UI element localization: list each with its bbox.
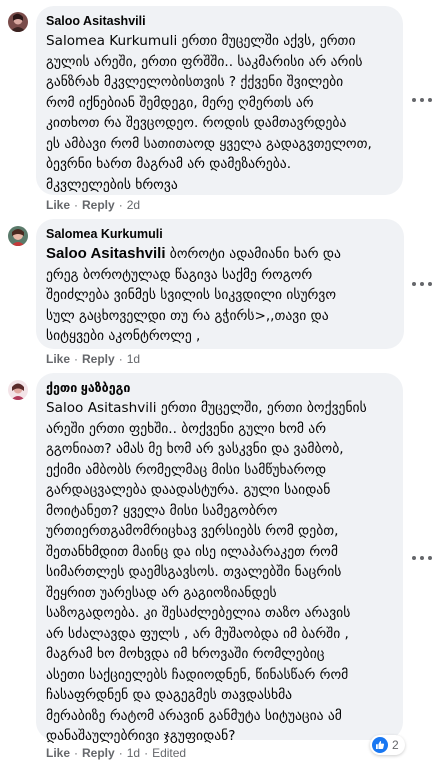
more-options-icon[interactable] [412,554,432,562]
avatar[interactable] [8,226,28,246]
comment-text: Saloo Asitashvili ბოროტი ადამიანი ხარ და… [46,245,341,344]
reply-link[interactable]: Reply [82,198,115,212]
comment-text: Salomea Kurkumuli ერთი მუცელში აქვს, ერთ… [46,33,372,193]
edited-label[interactable]: Edited [152,746,186,760]
comment-bubble: Saloo Asitashvili Salomea Kurkumuli ერთი… [36,6,403,195]
comment-bubble: Salomea Kurkumuli Saloo Asitashvili ბორო… [36,219,404,349]
comment-bubble: ქეთი ყაზბეგი Saloo Asitashvili ერთი მუცე… [36,373,403,744]
like-reaction-icon [372,737,388,753]
reaction-count: 2 [392,738,399,752]
comment-author[interactable]: ქეთი ყაზბეგი [46,381,391,396]
more-options-icon[interactable] [412,96,432,104]
comment-author[interactable]: Salomea Kurkumuli [46,227,392,242]
reply-link[interactable]: Reply [82,746,115,760]
avatar[interactable] [8,380,28,400]
like-link[interactable]: Like [46,352,70,366]
comment-text: Saloo Asitashvili ერთი მუცელში, ერთი ბოქ… [46,400,367,744]
like-link[interactable]: Like [46,746,70,760]
like-link[interactable]: Like [46,198,70,212]
more-options-icon[interactable] [412,280,432,288]
comment-actions: Like · Reply · 2d [46,198,141,212]
mention-link[interactable]: Saloo Asitashvili [46,245,165,262]
avatar[interactable] [8,12,28,32]
reaction-summary[interactable]: 2 [370,735,405,755]
comment-actions: Like · Reply · 1d · Edited [46,746,187,760]
reply-link[interactable]: Reply [82,352,115,366]
comment-actions: Like · Reply · 1d [46,352,141,366]
comment-timestamp[interactable]: 1d [127,746,140,760]
comment-timestamp[interactable]: 2d [127,198,140,212]
comment-timestamp[interactable]: 1d [127,352,140,366]
comment-author[interactable]: Saloo Asitashvili [46,14,391,29]
